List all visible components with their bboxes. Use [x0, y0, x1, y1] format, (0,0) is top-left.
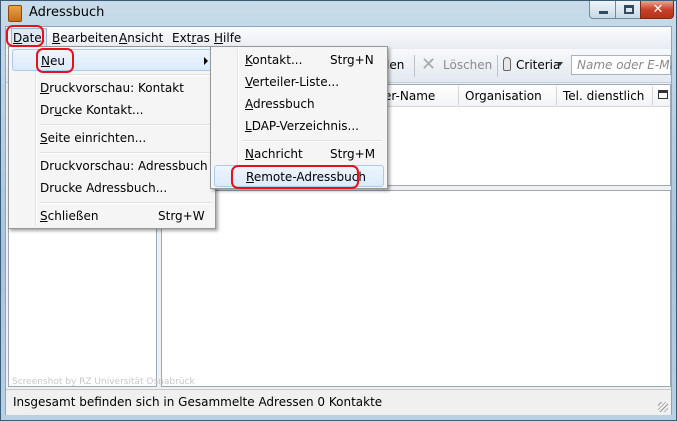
window-title: Adressbuch	[29, 5, 105, 20]
search-input[interactable]: Name oder E-Mail	[571, 55, 672, 75]
column-header-phone[interactable]: Tel. dienstlich	[563, 89, 644, 103]
menu-item-new-contact[interactable]: Kontakt... Strg+N	[214, 49, 384, 71]
menu-item-close[interactable]: Schließen Strg+W	[12, 205, 212, 227]
watermark: Screenshot by RZ Universität Osnabrück	[12, 377, 195, 387]
edit-button-label[interactable]: len	[386, 58, 404, 72]
column-header-organisation[interactable]: Organisation	[465, 89, 542, 103]
column-header-name[interactable]: er-Name	[384, 89, 435, 103]
chevron-down-icon	[557, 62, 563, 66]
column-separator[interactable]	[458, 86, 459, 105]
menu-separator	[242, 140, 382, 142]
minimize-icon	[599, 11, 608, 14]
menu-separator	[40, 124, 212, 126]
new-submenu: Kontakt... Strg+N Verteiler-Liste... Adr…	[210, 46, 388, 189]
column-picker-icon[interactable]	[658, 90, 668, 99]
criteria-button[interactable]: Criteria	[516, 58, 560, 72]
menu-extras[interactable]: Extras	[172, 30, 210, 46]
resize-grip-icon[interactable]	[658, 402, 668, 412]
menu-item-print-preview-contact[interactable]: Druckvorschau: Kontakt	[12, 77, 212, 99]
x-icon: ✕	[421, 54, 437, 75]
column-separator[interactable]	[556, 86, 557, 105]
close-button[interactable]: ✕	[640, 1, 674, 19]
menu-bearbeiten[interactable]: Bearbeiten	[52, 30, 118, 46]
menu-item-new-message[interactable]: Nachricht Strg+M	[214, 143, 384, 165]
menu-item-page-setup[interactable]: Seite einrichten...	[12, 127, 212, 149]
toolbar-separator	[497, 55, 498, 77]
delete-button[interactable]: Löschen	[443, 58, 492, 72]
search-placeholder: Name oder E-Mail	[577, 58, 672, 72]
minimize-button[interactable]	[589, 1, 616, 19]
menu-item-print-addressbook[interactable]: Drucke Adressbuch...	[12, 177, 212, 199]
menu-hilfe[interactable]: Hilfe	[214, 30, 241, 46]
menu-separator	[40, 74, 212, 76]
menu-ansicht[interactable]: Ansicht	[119, 30, 163, 46]
menu-item-print-preview-addressbook[interactable]: Druckvorschau: Adressbuch	[12, 155, 212, 177]
menu-item-new-addressbook[interactable]: Adressbuch	[214, 93, 384, 115]
submenu-arrow-icon	[204, 57, 208, 65]
menu-separator	[40, 152, 212, 154]
contact-card-pane	[161, 190, 671, 387]
addressbook-app-icon	[8, 5, 22, 22]
file-menu: Neu Druckvorschau: Kontakt Drucke Kontak…	[8, 46, 216, 229]
menu-datei[interactable]: Datei	[11, 28, 48, 48]
status-bar: Insgesamt befinden sich in Gesammelte Ad…	[6, 389, 671, 415]
maximize-button[interactable]	[615, 1, 641, 19]
column-separator[interactable]	[652, 86, 653, 105]
menu-separator	[40, 202, 212, 204]
status-text: Insgesamt befinden sich in Gesammelte Ad…	[13, 395, 383, 409]
close-icon: ✕	[652, 2, 664, 17]
menu-item-print-contact[interactable]: Drucke Kontakt...	[12, 99, 212, 121]
menu-item-new-remote-addressbook[interactable]: Remote-Adressbuch	[214, 165, 384, 187]
menu-item-new-list[interactable]: Verteiler-Liste...	[214, 71, 384, 93]
menu-item-new-ldap[interactable]: LDAP-Verzeichnis...	[214, 115, 384, 137]
title-bar[interactable]: Adressbuch ✕	[1, 1, 676, 25]
maximize-icon	[624, 5, 634, 14]
key-icon	[503, 57, 511, 71]
menu-item-neu[interactable]: Neu	[12, 49, 212, 71]
toolbar-separator	[414, 55, 415, 77]
